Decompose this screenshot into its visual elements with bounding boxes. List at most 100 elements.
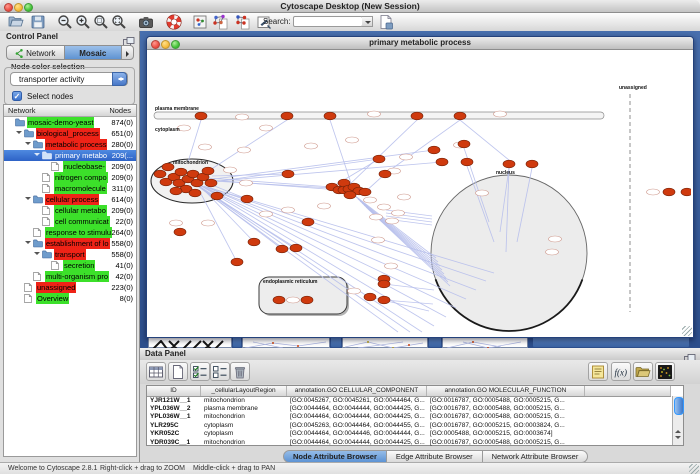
network-node[interactable]: [364, 293, 376, 301]
help-button[interactable]: [166, 14, 183, 30]
network-node[interactable]: [436, 158, 448, 166]
network-node[interactable]: [241, 195, 253, 203]
zoom-out-button[interactable]: [57, 14, 74, 30]
window-resize-grip[interactable]: [689, 464, 699, 474]
search-dropdown-button[interactable]: [362, 16, 373, 27]
network-node[interactable]: [174, 228, 186, 236]
network-node[interactable]: [195, 112, 207, 120]
select-nodes-checkbox[interactable]: ✓: [12, 91, 22, 101]
tree-row-macromolecule[interactable]: macromolecule311(0): [4, 183, 136, 194]
network-node[interactable]: [681, 188, 691, 196]
delete-attribute-button[interactable]: [230, 362, 250, 381]
scrollbar-thumb[interactable]: [674, 397, 684, 415]
network-node[interactable]: [378, 280, 390, 288]
tree-row-metabolic-process[interactable]: metabolic process280(0): [4, 139, 136, 150]
import-attributes-button[interactable]: [234, 14, 251, 30]
table-row-yjr121w__1[interactable]: YJR121W__1mitochondrion[GO:0045267, GO:0…: [147, 397, 671, 405]
attribute-matrix-button[interactable]: [146, 362, 166, 381]
network-node[interactable]: [290, 244, 302, 252]
attribute-heatmap-button[interactable]: [655, 362, 675, 381]
node-color-dropdown[interactable]: transporter activity: [10, 72, 128, 86]
tree-row-response-to-stimulu[interactable]: response to stimulu264(0): [4, 227, 136, 238]
tree-row-establishment-of-lo[interactable]: establishment of lo558(0): [4, 238, 136, 249]
table-row-ypl036w__2[interactable]: YPL036W__2plasma membrane[GO:0044464, GO…: [147, 405, 671, 413]
tab-network[interactable]: Network: [6, 45, 64, 60]
tree-row-secretion[interactable]: secretion41(0): [4, 260, 136, 271]
vizmapper-button[interactable]: [192, 14, 209, 30]
network-node[interactable]: [231, 258, 243, 266]
tree-row-cellular-metabo[interactable]: cellular metabo209(0): [4, 205, 136, 216]
network-node[interactable]: [373, 155, 385, 163]
tree-row-cellular-process[interactable]: cellular process614(0): [4, 194, 136, 205]
column-header-2[interactable]: annotation.GO CELLULAR_COMPONENT: [287, 386, 427, 396]
tree-row-nucleobase-[interactable]: nucleobase-209(0): [4, 161, 136, 172]
network-node[interactable]: [281, 112, 293, 120]
network-node[interactable]: [428, 146, 440, 154]
scroll-down-icon[interactable]: [675, 436, 681, 442]
network-node[interactable]: [175, 168, 187, 176]
import-network-button[interactable]: [212, 14, 229, 30]
zoom-fit-button[interactable]: [111, 14, 128, 30]
window-resize-grip[interactable]: [682, 326, 692, 336]
float-panel-icon[interactable]: [684, 350, 696, 359]
expand-arrow-icon[interactable]: [25, 142, 31, 148]
table-row-ylr295c[interactable]: YLR295Ccytoplasm[GO:0045263, GO:0044464,…: [147, 422, 671, 430]
network-node[interactable]: [276, 245, 288, 253]
network-node[interactable]: [411, 112, 423, 120]
tree-row-multi-organism-pro[interactable]: multi-organism pro42(0): [4, 271, 136, 282]
network-node[interactable]: [324, 112, 336, 120]
create-attribute-button[interactable]: [168, 362, 188, 381]
search-input[interactable]: [293, 16, 363, 27]
network-canvas[interactable]: plasma membranecytoplasmmitochondrionnuc…: [148, 50, 691, 333]
expand-arrow-icon[interactable]: [25, 197, 31, 203]
zoom-in-button[interactable]: [75, 14, 92, 30]
network-node[interactable]: [282, 170, 294, 178]
network-node[interactable]: [378, 296, 390, 304]
network-node[interactable]: [301, 296, 313, 304]
column-header-id[interactable]: ID: [147, 386, 201, 396]
tree-row-overview[interactable]: Overview8(0): [4, 293, 136, 304]
network-node[interactable]: [344, 191, 356, 199]
select-attributes-button[interactable]: [190, 362, 210, 381]
column-header-3[interactable]: annotation.GO MOLECULAR_FUNCTION: [427, 386, 585, 396]
tree-row-biological-process[interactable]: biological_process651(0): [4, 128, 136, 139]
tree-row-unassigned[interactable]: unassigned223(0): [4, 282, 136, 293]
network-node[interactable]: [211, 192, 223, 200]
network-node[interactable]: [189, 189, 201, 197]
tree-row-cell-communicat[interactable]: cell communicat22(0): [4, 216, 136, 227]
network-node[interactable]: [302, 218, 314, 226]
zoom-selected-region-button[interactable]: [93, 14, 110, 30]
snapshot-button[interactable]: [138, 14, 155, 30]
network-node[interactable]: [663, 188, 675, 196]
table-row-ydr039c__1[interactable]: YDR039C__1mitochondrion[GO:0044464, GO:0…: [147, 439, 671, 447]
network-node[interactable]: [170, 187, 182, 195]
expand-arrow-icon[interactable]: [34, 153, 40, 159]
table-row-ypl036w__1[interactable]: YPL036W__1mitochondrion[GO:0044464, GO:0…: [147, 413, 671, 421]
expand-arrow-icon[interactable]: [34, 252, 40, 258]
network-node[interactable]: [248, 238, 260, 246]
network-node[interactable]: [454, 112, 466, 120]
unselect-attributes-button[interactable]: [210, 362, 230, 381]
table-row-ykr052c[interactable]: YKR052Ccytoplasm[GO:0044464, GO:0044446,…: [147, 430, 671, 438]
table-scrollbar[interactable]: [672, 396, 683, 445]
network-node[interactable]: [458, 140, 470, 148]
notes-button[interactable]: [588, 362, 608, 381]
network-node[interactable]: [526, 160, 538, 168]
column-header-empty[interactable]: [585, 386, 671, 396]
tree-row-mosaic-demo-yeast[interactable]: mosaic-demo-yeast874(0): [4, 117, 136, 128]
scroll-up-icon[interactable]: [675, 427, 681, 433]
tree-row-nitrogen-compo[interactable]: nitrogen compo209(0): [4, 172, 136, 183]
save-session-button[interactable]: [30, 14, 47, 30]
document-save-button[interactable]: [378, 14, 395, 30]
float-panel-icon[interactable]: [123, 33, 135, 42]
column-header-1[interactable]: _cellularLayoutRegion: [201, 386, 287, 396]
more-tabs-button[interactable]: [121, 45, 134, 60]
network-node[interactable]: [503, 160, 515, 168]
open-session-button[interactable]: [8, 14, 25, 30]
network-node[interactable]: [273, 296, 285, 304]
tree-row-transport[interactable]: transport558(0): [4, 249, 136, 260]
network-node[interactable]: [359, 188, 371, 196]
expand-arrow-icon[interactable]: [25, 241, 31, 247]
expand-arrow-icon[interactable]: [16, 131, 22, 137]
network-node[interactable]: [205, 179, 217, 187]
